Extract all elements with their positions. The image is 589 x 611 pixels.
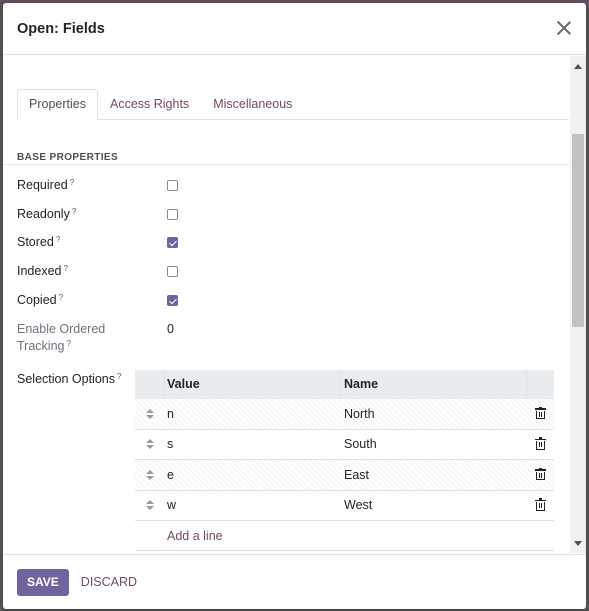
name-column-header[interactable]: Name (341, 370, 527, 399)
readonly-checkbox[interactable] (167, 209, 178, 220)
dialog-header: Open: Fields (3, 3, 586, 55)
stored-checkbox[interactable] (167, 237, 178, 248)
copied-checkbox[interactable] (167, 295, 178, 306)
fields-dialog: Open: Fields Properties Access Rights Mi… (3, 3, 586, 609)
tab-properties[interactable]: Properties (17, 89, 98, 121)
help-icon[interactable]: ? (56, 235, 60, 244)
dialog-footer: SAVE DISCARD (3, 554, 586, 609)
table-row[interactable]: e East (135, 460, 554, 491)
stored-label: Stored? (17, 234, 60, 250)
readonly-label-text: Readonly (17, 207, 70, 221)
save-button[interactable]: SAVE (17, 568, 69, 596)
help-icon[interactable]: ? (59, 293, 63, 302)
trash-icon (535, 406, 546, 420)
copied-label: Copied? (17, 292, 63, 308)
dialog-body: Properties Access Rights Miscellaneous B… (3, 56, 586, 553)
required-checkbox[interactable] (167, 180, 178, 191)
handle-column-header (135, 370, 165, 399)
delete-row-button[interactable] (527, 437, 554, 450)
drag-handle-icon[interactable] (135, 439, 165, 450)
row-name[interactable]: North (341, 407, 527, 421)
section-divider (3, 164, 569, 165)
trash-icon (535, 437, 546, 450)
stored-label-text: Stored (17, 235, 54, 249)
row-value[interactable]: e (165, 468, 341, 482)
add-line-link[interactable]: Add a line (135, 521, 554, 551)
row-name[interactable]: South (341, 437, 527, 451)
delete-row-button[interactable] (527, 498, 554, 511)
trash-icon (535, 467, 546, 481)
close-icon[interactable] (554, 18, 574, 38)
drag-handle-icon[interactable] (135, 500, 165, 511)
delete-row-button[interactable] (527, 467, 554, 481)
row-value[interactable]: n (165, 407, 341, 421)
required-label-text: Required (17, 178, 68, 192)
selection-table: Value Name n North s South e East w West… (135, 370, 554, 551)
help-icon[interactable]: ? (63, 264, 67, 273)
tab-bar: Properties Access Rights Miscellaneous (17, 89, 569, 121)
copied-label-text: Copied (17, 293, 57, 307)
indexed-label-text: Indexed (17, 264, 62, 278)
readonly-label: Readonly? (17, 206, 76, 222)
tracking-label: Enable Ordered Tracking? (17, 321, 105, 354)
selection-options-label: Selection Options? (17, 371, 121, 387)
scroll-down-icon[interactable] (570, 535, 586, 551)
tracking-label-line1: Enable Ordered (17, 322, 106, 336)
form-content: Properties Access Rights Miscellaneous B… (3, 56, 569, 553)
trash-icon (535, 498, 546, 511)
selection-table-header: Value Name (135, 370, 554, 399)
scroll-up-icon[interactable] (570, 58, 586, 74)
scrollbar-thumb[interactable] (572, 134, 584, 327)
tab-miscellaneous[interactable]: Miscellaneous (201, 89, 304, 120)
table-row[interactable]: w West (135, 491, 554, 521)
table-row[interactable]: n North (135, 399, 554, 430)
tab-access-rights[interactable]: Access Rights (98, 89, 201, 120)
row-name[interactable]: West (341, 498, 527, 512)
tracking-label-line2: Tracking (17, 339, 65, 353)
help-icon[interactable]: ? (66, 339, 70, 348)
actions-column-header (527, 370, 554, 399)
selection-options-label-text: Selection Options (17, 372, 115, 386)
drag-handle-icon[interactable] (135, 408, 165, 419)
discard-button[interactable]: DISCARD (81, 575, 137, 589)
row-value[interactable]: w (165, 498, 341, 512)
help-icon[interactable]: ? (70, 178, 74, 187)
table-row[interactable]: s South (135, 430, 554, 460)
vertical-scrollbar[interactable] (570, 56, 586, 553)
delete-row-button[interactable] (527, 406, 554, 420)
row-value[interactable]: s (165, 437, 341, 451)
dialog-title: Open: Fields (17, 20, 105, 37)
drag-handle-icon[interactable] (135, 469, 165, 480)
row-name[interactable]: East (341, 468, 527, 482)
tracking-value[interactable]: 0 (167, 322, 174, 336)
help-icon[interactable]: ? (117, 372, 121, 381)
indexed-checkbox[interactable] (167, 266, 178, 277)
value-column-header[interactable]: Value (165, 370, 341, 399)
help-icon[interactable]: ? (72, 207, 76, 216)
required-label: Required? (17, 177, 74, 193)
indexed-label: Indexed? (17, 263, 68, 279)
section-title: BASE PROPERTIES (17, 152, 119, 163)
